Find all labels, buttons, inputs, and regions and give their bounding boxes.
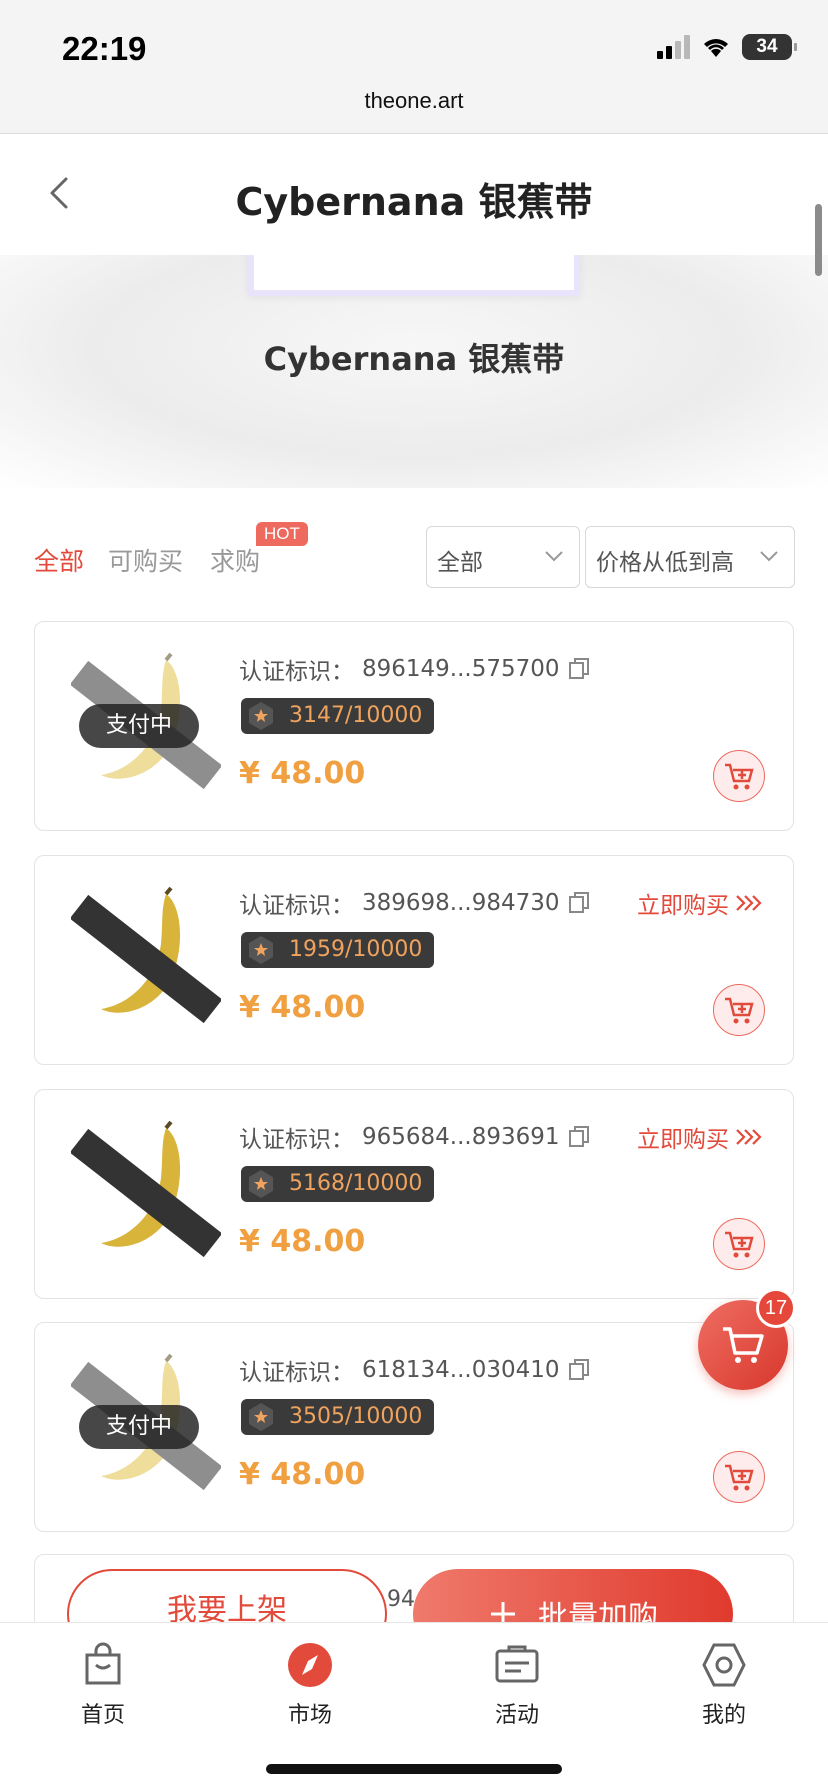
- edition-badge: 1959/10000: [241, 932, 435, 968]
- cart-plus-icon: [725, 997, 754, 1024]
- listing-card[interactable]: 认证标识： 965684...893691 立即购买 5168/10000 ¥ …: [34, 1089, 794, 1299]
- certification-value: 618134...030410: [362, 1357, 560, 1383]
- listing-price: ¥ 48.00: [239, 756, 366, 791]
- nav-label: 市场: [287, 1703, 332, 1728]
- buy-now-label: 立即购买: [637, 893, 729, 919]
- page-title: Cybernana 银蕉带: [235, 180, 593, 224]
- collection-title: Cybernana 银蕉带: [263, 340, 565, 378]
- banana-thumbnail: [71, 1120, 221, 1258]
- banana-thumbnail: [71, 886, 221, 1024]
- star-badge-icon: [249, 936, 273, 964]
- partial-number: 94: [387, 1587, 415, 1612]
- cart-plus-icon: [725, 763, 754, 790]
- copy-icon[interactable]: [568, 1125, 590, 1149]
- edition-badge: 3505/10000: [241, 1399, 435, 1435]
- certification-id: 认证标识： 618134...030410: [239, 1353, 590, 1387]
- collection-image: [248, 252, 580, 296]
- chevron-down-icon: [545, 551, 563, 562]
- compass-icon: [288, 1643, 332, 1687]
- cellular-signal-icon: [657, 35, 690, 59]
- add-to-cart-button[interactable]: [713, 984, 765, 1036]
- certification-label: 认证标识：: [239, 893, 354, 919]
- filter-bar: 全部 可购买 求购 HOT 全部 价格从低到高: [0, 520, 828, 590]
- edition-number: 1959/10000: [289, 937, 423, 962]
- collection-hero: Cybernana 银蕉带: [0, 252, 828, 488]
- certification-value: 389698...984730: [362, 890, 560, 916]
- floating-cart-button[interactable]: 17: [698, 1288, 796, 1390]
- edition-number: 3505/10000: [289, 1404, 423, 1429]
- certification-id: 认证标识： 965684...893691: [239, 1120, 590, 1154]
- nav-label: 我的: [701, 1703, 746, 1728]
- triple-chevron-right-icon: [736, 1129, 762, 1145]
- listing-card[interactable]: 支付中 认证标识： 896149...575700 3147/10000 ¥ 4…: [34, 621, 794, 831]
- hot-badge: HOT: [256, 522, 308, 546]
- nav-item-activity[interactable]: 活动: [457, 1641, 577, 1729]
- listing-price: ¥ 48.00: [239, 1457, 366, 1492]
- cart-plus-icon: [725, 1464, 754, 1491]
- certification-label: 认证标识：: [239, 1360, 354, 1386]
- chevron-down-icon: [760, 551, 778, 562]
- listing-card[interactable]: 支付中 认证标识： 618134...030410 3505/10000 ¥ 4…: [34, 1322, 794, 1532]
- tab-available[interactable]: 可购买: [108, 542, 183, 578]
- wifi-icon: [704, 39, 728, 57]
- home-indicator: [266, 1764, 562, 1774]
- copy-icon[interactable]: [568, 891, 590, 915]
- status-bar: 22:19 34 theone.art: [0, 0, 828, 134]
- paying-status: 支付中: [79, 1405, 199, 1449]
- tab-all[interactable]: 全部: [34, 542, 84, 578]
- star-badge-icon: [249, 702, 273, 730]
- certification-label: 认证标识：: [239, 1127, 354, 1153]
- nav-item-mine[interactable]: 我的: [664, 1641, 784, 1729]
- cart-plus-icon: [725, 1231, 754, 1258]
- nav-item-home[interactable]: 首页: [43, 1641, 163, 1729]
- system-icons: 34: [657, 34, 797, 60]
- bag-icon: [85, 1642, 121, 1685]
- status-time: 22:19: [62, 30, 147, 67]
- edition-badge: 5168/10000: [241, 1166, 435, 1202]
- cart-count-badge: 17: [756, 1288, 796, 1328]
- listing-price: ¥ 48.00: [239, 990, 366, 1025]
- battery-icon: 34: [742, 34, 797, 60]
- browser-url[interactable]: theone.art: [0, 88, 828, 114]
- listing-price: ¥ 48.00: [239, 1224, 366, 1259]
- nav-item-market[interactable]: 市场: [250, 1641, 370, 1729]
- certification-value: 896149...575700: [362, 656, 560, 682]
- add-to-cart-button[interactable]: [713, 750, 765, 802]
- paying-status: 支付中: [79, 704, 199, 748]
- page-header: Cybernana 银蕉带: [0, 135, 828, 255]
- certification-value: 965684...893691: [362, 1124, 560, 1150]
- tab-want-to-buy[interactable]: 求购: [210, 542, 260, 578]
- certification-label: 认证标识：: [239, 659, 354, 685]
- hexagon-icon: [702, 1643, 746, 1687]
- edition-number: 3147/10000: [289, 703, 423, 728]
- edition-number: 5168/10000: [289, 1171, 423, 1196]
- buy-now-link[interactable]: 立即购买: [637, 1120, 763, 1154]
- buy-now-link[interactable]: 立即购买: [637, 886, 763, 920]
- type-dropdown[interactable]: 全部: [426, 526, 580, 588]
- certification-id: 认证标识： 896149...575700: [239, 652, 590, 686]
- scrollbar[interactable]: [815, 204, 822, 276]
- copy-icon[interactable]: [568, 657, 590, 681]
- inbox-icon: [495, 1645, 539, 1683]
- triple-chevron-right-icon: [736, 895, 762, 911]
- star-badge-icon: [249, 1170, 273, 1198]
- buy-now-label: 立即购买: [637, 1127, 729, 1153]
- add-to-cart-button[interactable]: [713, 1218, 765, 1270]
- certification-id: 认证标识： 389698...984730: [239, 886, 590, 920]
- star-badge-icon: [249, 1403, 273, 1431]
- copy-icon[interactable]: [568, 1358, 590, 1382]
- add-to-cart-button[interactable]: [713, 1451, 765, 1503]
- cart-icon: [723, 1327, 764, 1363]
- listing-card[interactable]: 认证标识： 389698...984730 立即购买 1959/10000 ¥ …: [34, 855, 794, 1065]
- type-dropdown-value: 全部: [437, 550, 483, 576]
- nav-label: 首页: [80, 1703, 125, 1728]
- edition-badge: 3147/10000: [241, 698, 435, 734]
- sort-dropdown[interactable]: 价格从低到高: [585, 526, 795, 588]
- nav-label: 活动: [494, 1703, 539, 1728]
- sort-dropdown-value: 价格从低到高: [596, 550, 734, 576]
